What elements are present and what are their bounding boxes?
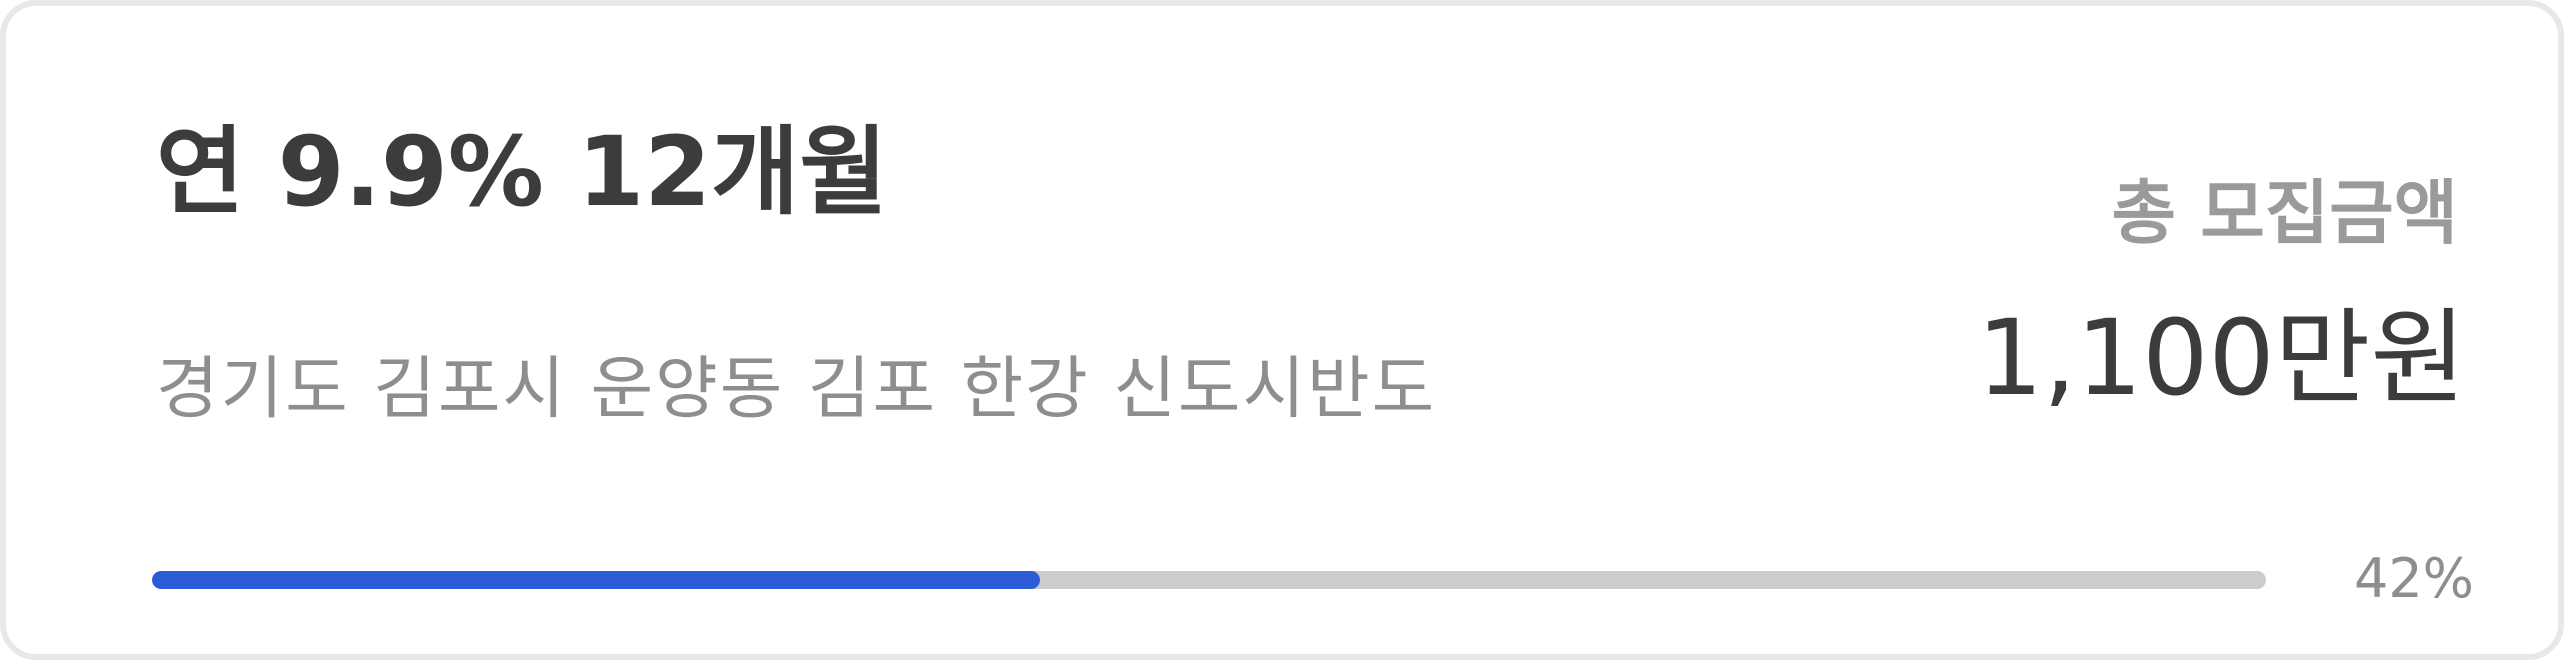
funding-progress-bar <box>152 571 2266 589</box>
investment-product-card[interactable]: 연 9.9% 12개월 경기도 김포시 운양동 김포 한강 신도시반도 총 모집… <box>0 0 2564 660</box>
property-address: 경기도 김포시 운양동 김포 한강 신도시반도 <box>156 350 1437 429</box>
funding-progress-fill <box>152 571 1040 589</box>
total-amount-label: 총 모집금액 <box>2111 172 2458 254</box>
product-title: 연 9.9% 12개월 <box>156 116 888 228</box>
total-amount-value: 1,100만원 <box>1976 297 2466 419</box>
funding-progress-percent: 42% <box>2353 547 2474 610</box>
